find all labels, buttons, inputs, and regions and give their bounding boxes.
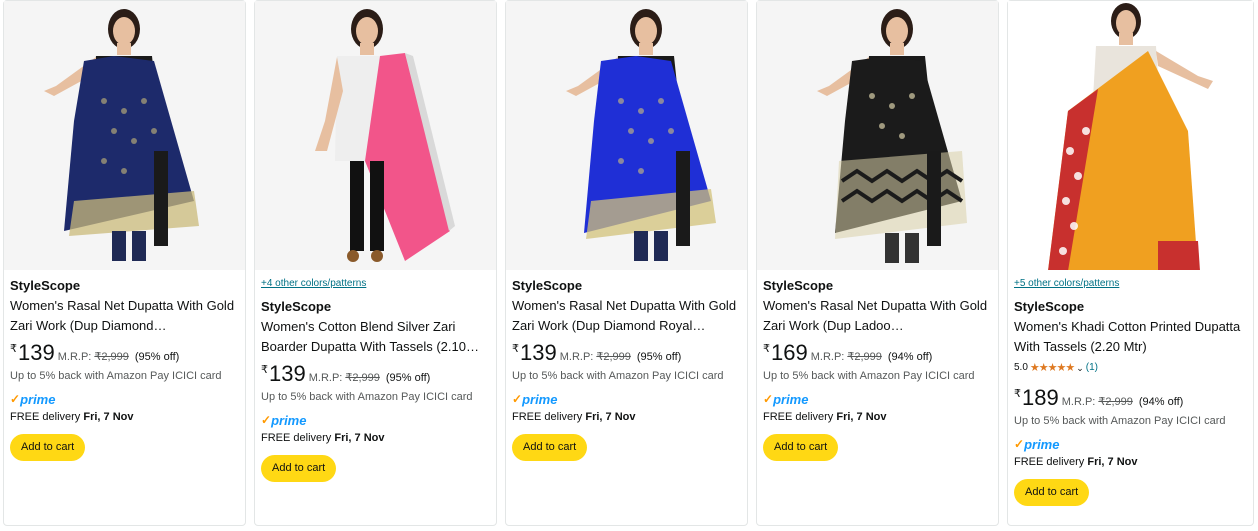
more-colors-link[interactable]: +4 other colors/patterns [261,276,493,292]
cashback-offer: Up to 5% back with Amazon Pay ICICI card [261,391,473,403]
currency-symbol: ₹ [261,364,268,376]
prime-badge: ✓ prime [261,412,493,428]
discount-percent: (94% off) [1138,396,1184,408]
price: 139 [18,340,55,365]
add-to-cart-button[interactable]: Add to cart [10,434,86,461]
cashback-offer: Up to 5% back with Amazon Pay ICICI card [1014,415,1226,427]
mrp-price: ₹2,999 [1098,396,1133,408]
add-to-cart-button[interactable]: Add to cart [763,434,839,461]
discount-percent: (95% off) [134,351,180,363]
price-line: ₹ 139 M.R.P: ₹2,999 (95% off) [261,361,493,387]
mrp-label: M.R.P: [559,351,594,363]
prime-badge: ✓ prime [763,391,995,407]
product-card[interactable]: StyleScope Women's Rasal Net Dupatta Wit… [756,0,999,526]
product-results-row: StyleScope Women's Rasal Net Dupatta Wit… [0,0,1258,531]
prime-label: prime [773,391,809,407]
product-image[interactable] [757,1,998,270]
delivery-info: FREE delivery Fri, 7 Nov [512,409,744,425]
discount-percent: (95% off) [385,372,431,384]
discount-percent: (94% off) [887,351,933,363]
product-card[interactable]: StyleScope Women's Rasal Net Dupatta Wit… [3,0,246,526]
mrp-label: M.R.P: [57,351,92,363]
rating-count-link[interactable]: (1) [1086,361,1098,375]
delivery-prefix: FREE delivery [1014,456,1088,468]
prime-label: prime [271,412,307,428]
delivery-info: FREE delivery Fri, 7 Nov [763,409,995,425]
discount-percent: (95% off) [636,351,682,363]
price-line: ₹ 189 M.R.P: ₹2,999 (94% off) [1014,385,1246,411]
price: 189 [1022,385,1059,410]
delivery-prefix: FREE delivery [261,432,335,444]
brand-name: StyleScope [10,278,81,293]
brand-name: StyleScope [763,278,834,293]
product-title-link[interactable]: Women's Rasal Net Dupatta With Gold Zari… [763,298,987,333]
prime-check-icon: ✓ [261,413,272,427]
mrp-label: M.R.P: [1061,396,1096,408]
brand-name: StyleScope [261,299,332,314]
product-image[interactable] [4,1,245,270]
product-title-link[interactable]: Women's Rasal Net Dupatta With Gold Zari… [10,298,234,333]
price: 139 [520,340,557,365]
cashback-offer: Up to 5% back with Amazon Pay ICICI card [10,370,222,382]
prime-check-icon: ✓ [1014,437,1025,451]
currency-symbol: ₹ [763,343,770,355]
prime-badge: ✓ prime [512,391,744,407]
delivery-info: FREE delivery Fri, 7 Nov [10,409,242,425]
add-to-cart-button[interactable]: Add to cart [261,455,337,482]
rating-value: 5.0 [1014,362,1028,373]
delivery-prefix: FREE delivery [512,411,586,423]
product-card[interactable]: +5 other colors/patterns StyleScope Wome… [1007,0,1254,526]
product-image[interactable] [255,1,496,270]
delivery-prefix: FREE delivery [763,411,837,423]
cashback-offer: Up to 5% back with Amazon Pay ICICI card [512,370,724,382]
mrp-label: M.R.P: [308,372,343,384]
prime-check-icon: ✓ [10,392,21,406]
delivery-prefix: FREE delivery [10,411,84,423]
mrp-label: M.R.P: [810,351,845,363]
product-title-link[interactable]: Women's Cotton Blend Silver Zari Boarder… [261,319,479,354]
product-title-link[interactable]: Women's Khadi Cotton Printed Dupatta Wit… [1014,319,1240,354]
mrp-price: ₹2,999 [596,351,631,363]
chevron-down-icon[interactable]: ⌄ [1076,361,1084,375]
price-line: ₹ 169 M.R.P: ₹2,999 (94% off) [763,340,995,366]
price-line: ₹ 139 M.R.P: ₹2,999 (95% off) [512,340,744,366]
product-card[interactable]: +4 other colors/patterns StyleScope Wome… [254,0,497,526]
currency-symbol: ₹ [10,343,17,355]
prime-label: prime [1024,436,1060,452]
delivery-info: FREE delivery Fri, 7 Nov [1014,454,1246,470]
mrp-price: ₹2,999 [94,351,129,363]
add-to-cart-button[interactable]: Add to cart [512,434,588,461]
delivery-date: Fri, 7 Nov [836,411,887,423]
delivery-date: Fri, 7 Nov [83,411,134,423]
delivery-info: FREE delivery Fri, 7 Nov [261,430,493,446]
prime-check-icon: ✓ [512,392,523,406]
more-colors-link[interactable]: +5 other colors/patterns [1014,276,1246,292]
price-line: ₹ 139 M.R.P: ₹2,999 (95% off) [10,340,242,366]
delivery-date: Fri, 7 Nov [1087,456,1138,468]
add-to-cart-button[interactable]: Add to cart [1014,479,1090,506]
prime-badge: ✓ prime [1014,436,1246,452]
product-title-link[interactable]: Women's Rasal Net Dupatta With Gold Zari… [512,298,736,333]
mrp-price: ₹2,999 [847,351,882,363]
price: 139 [269,361,306,386]
product-image[interactable] [506,1,747,270]
star-rating-icon[interactable]: ★★★★★ [1030,361,1075,375]
delivery-date: Fri, 7 Nov [334,432,385,444]
currency-symbol: ₹ [512,343,519,355]
brand-name: StyleScope [512,278,583,293]
prime-label: prime [20,391,56,407]
currency-symbol: ₹ [1014,388,1021,400]
rating-row[interactable]: 5.0 ★★★★★ ⌄ (1) [1014,361,1246,375]
brand-name: StyleScope [1014,299,1085,314]
prime-label: prime [522,391,558,407]
prime-badge: ✓ prime [10,391,242,407]
mrp-price: ₹2,999 [345,372,380,384]
prime-check-icon: ✓ [763,392,774,406]
cashback-offer: Up to 5% back with Amazon Pay ICICI card [763,370,975,382]
price: 169 [771,340,808,365]
product-image[interactable] [1008,1,1253,270]
delivery-date: Fri, 7 Nov [585,411,636,423]
product-card[interactable]: StyleScope Women's Rasal Net Dupatta Wit… [505,0,748,526]
